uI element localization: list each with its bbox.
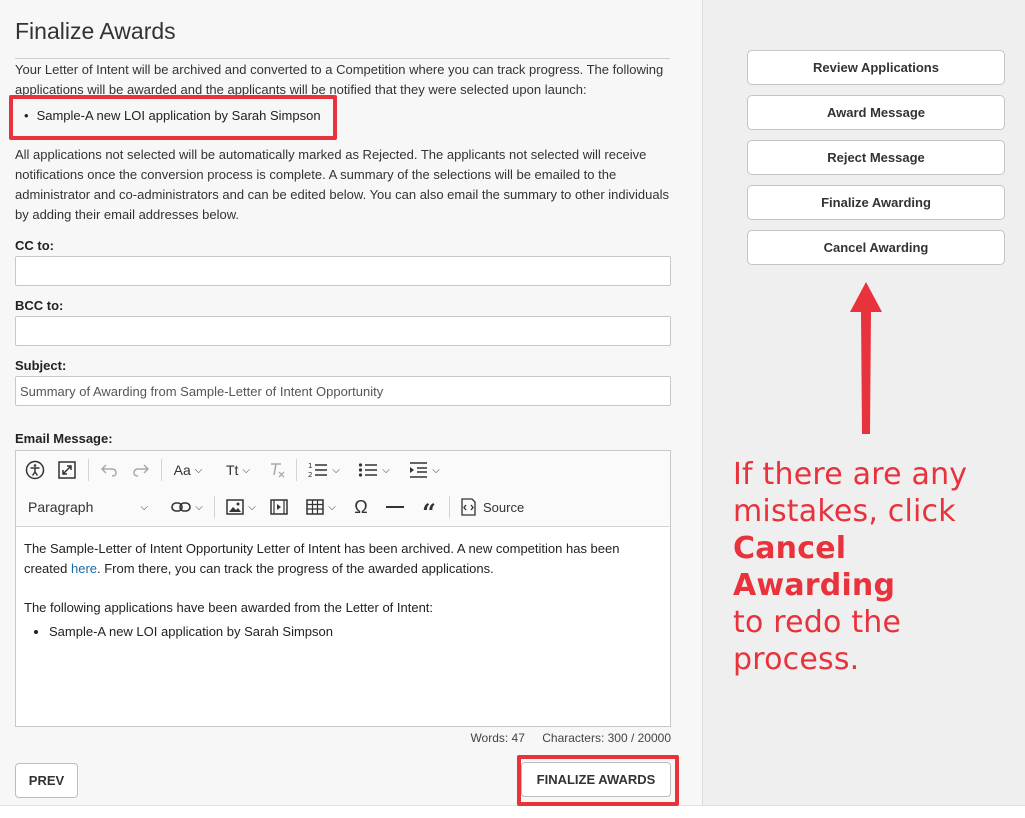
- here-link[interactable]: here: [71, 561, 97, 576]
- finalize-awards-button[interactable]: FINALIZE AWARDS: [521, 762, 671, 797]
- media-icon[interactable]: [266, 494, 292, 520]
- source-icon: [461, 498, 476, 516]
- subject-label: Subject:: [15, 358, 67, 373]
- editor-word-count: Words: 47 Characters: 300 / 20000: [470, 731, 671, 745]
- blockquote-icon[interactable]: “: [416, 494, 442, 527]
- editor-paragraph-2: The following applications have been awa…: [24, 600, 434, 615]
- toolbar-separator: [88, 459, 89, 481]
- title-divider: [15, 58, 670, 59]
- image-icon[interactable]: ⌵: [220, 494, 262, 520]
- chevron-down-icon: ⌵: [140, 501, 148, 513]
- editor-paragraph-1: The Sample-Letter of Intent Opportunity …: [24, 539, 664, 579]
- font-size-icon[interactable]: Aa ⌵: [168, 457, 208, 483]
- cc-label: CC to:: [15, 238, 54, 253]
- annotation-callout: If there are any mistakes, click Cancel …: [733, 456, 1018, 678]
- text-case-label: Tt: [225, 462, 239, 478]
- review-applications-button[interactable]: Review Applications: [747, 50, 1005, 85]
- award-message-button[interactable]: Award Message: [747, 95, 1005, 130]
- toolbar-separator: [296, 459, 297, 481]
- bcc-label: BCC to:: [15, 298, 64, 313]
- annotation-arrow-up-icon: [850, 282, 882, 434]
- annotation-line: mistakes, click: [733, 494, 956, 529]
- annotation-line: If there are any: [733, 457, 968, 492]
- table-icon[interactable]: ⌵: [300, 494, 342, 520]
- subject-input[interactable]: [15, 376, 671, 406]
- special-characters-icon[interactable]: Ω: [348, 494, 374, 520]
- font-size-label: Aa: [173, 462, 191, 478]
- paragraph-format-label: Paragraph: [28, 499, 94, 515]
- horizontal-line-icon[interactable]: [382, 494, 408, 520]
- finalize-awarding-button[interactable]: Finalize Awarding: [747, 185, 1005, 220]
- indent-icon[interactable]: ⌵: [403, 457, 445, 483]
- source-button[interactable]: Source: [458, 494, 532, 520]
- text-case-icon[interactable]: Tt ⌵: [218, 457, 258, 483]
- undo-icon[interactable]: [96, 457, 122, 483]
- annotation-emphasis: Cancel Awarding: [733, 531, 896, 603]
- link-icon[interactable]: ⌵: [166, 494, 208, 520]
- paragraph-format-dropdown[interactable]: Paragraph ⌵: [22, 494, 154, 520]
- annotation-line: process.: [733, 642, 860, 677]
- awarded-application-item: Sample-A new LOI application by Sarah Si…: [49, 622, 664, 642]
- toolbar-separator: [161, 459, 162, 481]
- selected-applications-list: Sample-A new LOI application by Sarah Si…: [24, 108, 321, 123]
- source-label: Source: [483, 499, 525, 515]
- prev-button[interactable]: PREV: [15, 763, 78, 798]
- email-message-label: Email Message:: [15, 431, 113, 446]
- intro-text: Your Letter of Intent will be archived a…: [15, 62, 664, 97]
- bulleted-list-icon[interactable]: ⌵: [353, 457, 395, 483]
- bottom-strip: [0, 805, 1025, 818]
- editor-toolbar: Aa ⌵ Tt ⌵ 1 2 ⌵ ⌵ ⌵ Paragraph ⌵ ⌵ ⌵ ⌵ Ω …: [16, 451, 670, 527]
- clear-formatting-icon[interactable]: [264, 457, 290, 483]
- redo-icon[interactable]: [128, 457, 154, 483]
- cancel-awarding-button[interactable]: Cancel Awarding: [747, 230, 1005, 265]
- reject-message-button[interactable]: Reject Message: [747, 140, 1005, 175]
- selected-application-item: Sample-A new LOI application by Sarah Si…: [24, 108, 321, 123]
- svg-text:1: 1: [308, 462, 312, 470]
- editor-text: . From there, you can track the progress…: [97, 561, 494, 576]
- svg-text:2: 2: [308, 471, 312, 479]
- page-title: Finalize Awards: [15, 18, 176, 44]
- info-text: All applications not selected will be au…: [15, 147, 669, 222]
- editor-content[interactable]: The Sample-Letter of Intent Opportunity …: [24, 539, 664, 642]
- toolbar-separator: [449, 496, 450, 518]
- toolbar-separator: [214, 496, 215, 518]
- accessibility-icon[interactable]: [22, 457, 48, 483]
- numbered-list-icon[interactable]: 1 2 ⌵: [303, 457, 345, 483]
- awarded-applications-list: Sample-A new LOI application by Sarah Si…: [49, 622, 664, 642]
- words-count: Words: 47: [470, 731, 525, 745]
- fullscreen-icon[interactable]: [54, 457, 80, 483]
- cc-input[interactable]: [15, 256, 671, 286]
- email-message-editor[interactable]: Aa ⌵ Tt ⌵ 1 2 ⌵ ⌵ ⌵ Paragraph ⌵ ⌵ ⌵ ⌵ Ω …: [15, 450, 671, 727]
- characters-count: Characters: 300 / 20000: [542, 731, 671, 745]
- annotation-line: to redo the: [733, 605, 902, 640]
- bcc-input[interactable]: [15, 316, 671, 346]
